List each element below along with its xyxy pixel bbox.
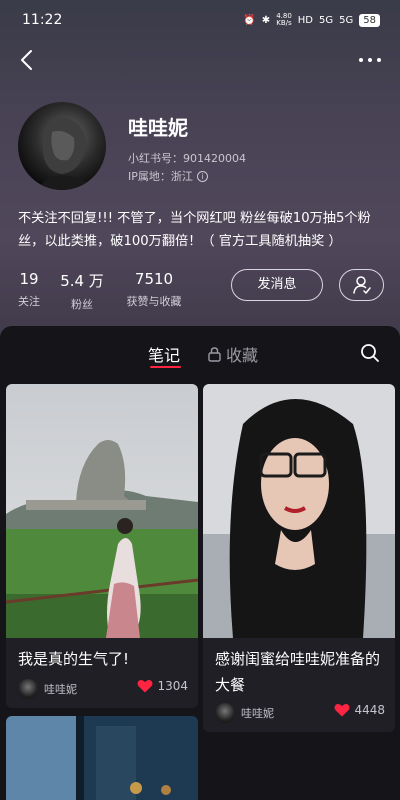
heart-icon bbox=[137, 679, 153, 693]
back-button[interactable] bbox=[16, 48, 40, 72]
message-button[interactable]: 发消息 bbox=[231, 269, 323, 301]
status-icons: ⏰ ✱ 4.80 KB/s HD 5G 5G 58 bbox=[243, 13, 380, 27]
more-dots-icon bbox=[359, 58, 381, 62]
signal-5g-icon: 5G bbox=[319, 14, 334, 26]
likes-count-1: 1304 bbox=[157, 679, 188, 693]
author-name-2: 哇哇妮 bbox=[241, 707, 274, 720]
tab-favorites[interactable]: 收藏 bbox=[208, 342, 258, 366]
bio: 不关注不回复!!! 不管了，当个网红吧 粉丝每破10万抽5个粉丝，以此类推，破1… bbox=[18, 211, 371, 249]
note-author-2[interactable]: 哇哇妮 bbox=[215, 703, 274, 723]
stat-likes-label: 获赞与收藏 bbox=[126, 295, 182, 308]
user-check-icon bbox=[352, 276, 371, 294]
note-card-1[interactable]: 我是真的生气了! 哇哇妮 1304 bbox=[6, 384, 198, 708]
stat-following-label: 关注 bbox=[18, 295, 40, 308]
search-icon bbox=[361, 344, 379, 362]
battery-icon: 58 bbox=[359, 13, 380, 27]
note-title-1: 我是真的生气了! bbox=[18, 650, 130, 668]
ip-location: IP属地：浙江 i bbox=[128, 168, 208, 184]
stat-following[interactable]: 19 关注 bbox=[18, 270, 40, 309]
note-likes-2[interactable]: 4448 bbox=[334, 703, 385, 717]
stat-followers-value: 5.4 万 bbox=[60, 272, 104, 290]
stat-likes[interactable]: 7510 获赞与收藏 bbox=[122, 270, 186, 309]
author-avatar-1 bbox=[18, 679, 38, 699]
author-name-1: 哇哇妮 bbox=[44, 683, 77, 696]
stat-followers[interactable]: 5.4 万 粉丝 bbox=[60, 270, 104, 312]
hd-icon: HD bbox=[297, 14, 314, 26]
avatar-image bbox=[38, 117, 96, 190]
stat-likes-value: 7510 bbox=[134, 270, 174, 288]
search-button[interactable] bbox=[360, 343, 380, 363]
note-title-2: 感谢闺蜜给哇哇妮准备的大餐 bbox=[215, 650, 381, 694]
red-id[interactable]: 小红书号：901420004 bbox=[128, 150, 246, 166]
likes-count-2: 4448 bbox=[354, 703, 385, 717]
follow-button[interactable] bbox=[339, 269, 384, 301]
network-speed: 4.80 KB/s bbox=[276, 13, 292, 27]
more-button[interactable] bbox=[358, 52, 382, 68]
content-tabs: 笔记 收藏 bbox=[0, 326, 400, 382]
bluetooth-icon: ✱ bbox=[261, 14, 271, 26]
note-likes-1[interactable]: 1304 bbox=[137, 679, 188, 693]
avatar[interactable] bbox=[18, 102, 106, 190]
status-time: 11:22 bbox=[22, 12, 63, 28]
ip-location-text: IP属地：浙江 bbox=[128, 170, 193, 183]
note-cover-image-3 bbox=[6, 716, 198, 800]
author-avatar-2 bbox=[215, 703, 235, 723]
note-author-1[interactable]: 哇哇妮 bbox=[18, 679, 77, 699]
alarm-icon: ⏰ bbox=[243, 14, 256, 26]
note-card-3[interactable] bbox=[6, 716, 198, 800]
tab-notes[interactable]: 笔记 bbox=[148, 342, 180, 366]
note-cover-image-2 bbox=[203, 384, 395, 638]
back-arrow-icon bbox=[21, 50, 32, 70]
tab-favorites-label: 收藏 bbox=[226, 346, 259, 365]
heart-icon bbox=[334, 703, 350, 717]
stat-followers-label: 粉丝 bbox=[71, 298, 93, 311]
note-card-2[interactable]: 感谢闺蜜给哇哇妮准备的大餐 哇哇妮 4448 bbox=[203, 384, 395, 732]
tab-active-indicator bbox=[150, 366, 181, 368]
lock-icon bbox=[208, 346, 221, 362]
net-speed-unit: KB/s bbox=[276, 19, 292, 27]
signal-5g-icon-2: 5G bbox=[339, 14, 354, 26]
stat-following-value: 19 bbox=[19, 270, 39, 288]
status-bar: 11:22 ⏰ ✱ 4.80 KB/s HD 5G 5G 58 bbox=[0, 0, 400, 40]
nickname: 哇哇妮 bbox=[128, 116, 188, 140]
note-cover-image-1 bbox=[6, 384, 198, 638]
info-icon[interactable]: i bbox=[196, 170, 208, 182]
